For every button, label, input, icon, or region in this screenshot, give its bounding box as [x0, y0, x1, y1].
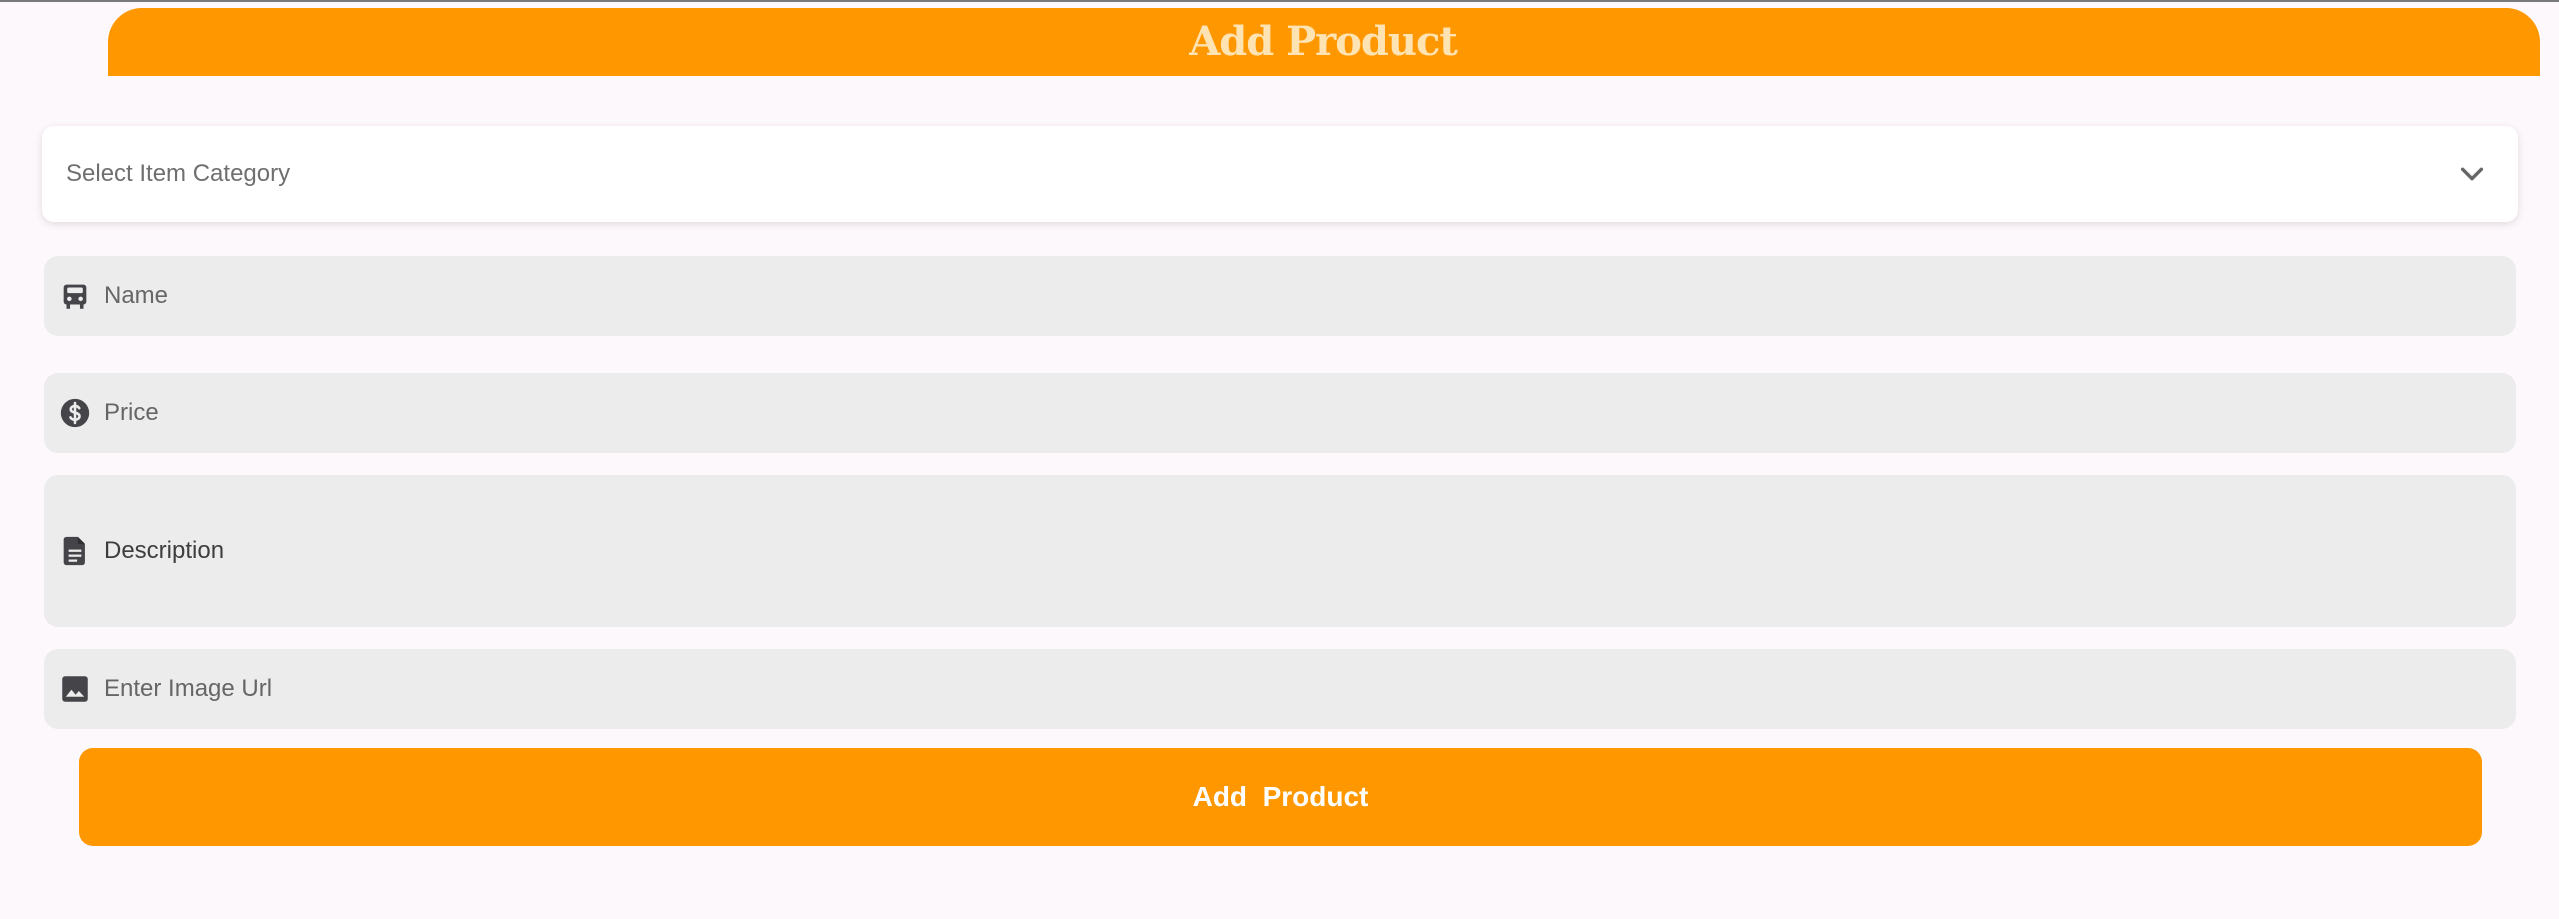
name-field[interactable]: Name [44, 256, 2516, 336]
add-product-button-label: Add Product [1192, 781, 1369, 812]
page-title: Add Product [1189, 18, 1458, 65]
description-field[interactable]: Description [44, 475, 2516, 627]
image-icon [62, 676, 88, 702]
car-icon [63, 284, 87, 309]
category-dropdown-placeholder: Select Item Category [66, 160, 291, 187]
dollar-circle-icon [60, 398, 90, 428]
header-bar: Add Product [108, 8, 2540, 76]
price-field-placeholder: Price [104, 399, 159, 426]
top-divider [0, 0, 2559, 2]
category-dropdown[interactable]: Select Item Category [42, 126, 2518, 222]
description-field-placeholder: Description [104, 537, 225, 564]
image-url-field-placeholder: Enter Image Url [104, 675, 273, 702]
add-product-button[interactable]: Add Product [79, 748, 2482, 846]
chevron-down-icon[interactable] [2456, 158, 2488, 190]
name-field-placeholder: Name [104, 282, 169, 309]
document-icon [63, 536, 85, 566]
image-url-field[interactable]: Enter Image Url [44, 649, 2516, 729]
price-field[interactable]: Price [44, 373, 2516, 453]
